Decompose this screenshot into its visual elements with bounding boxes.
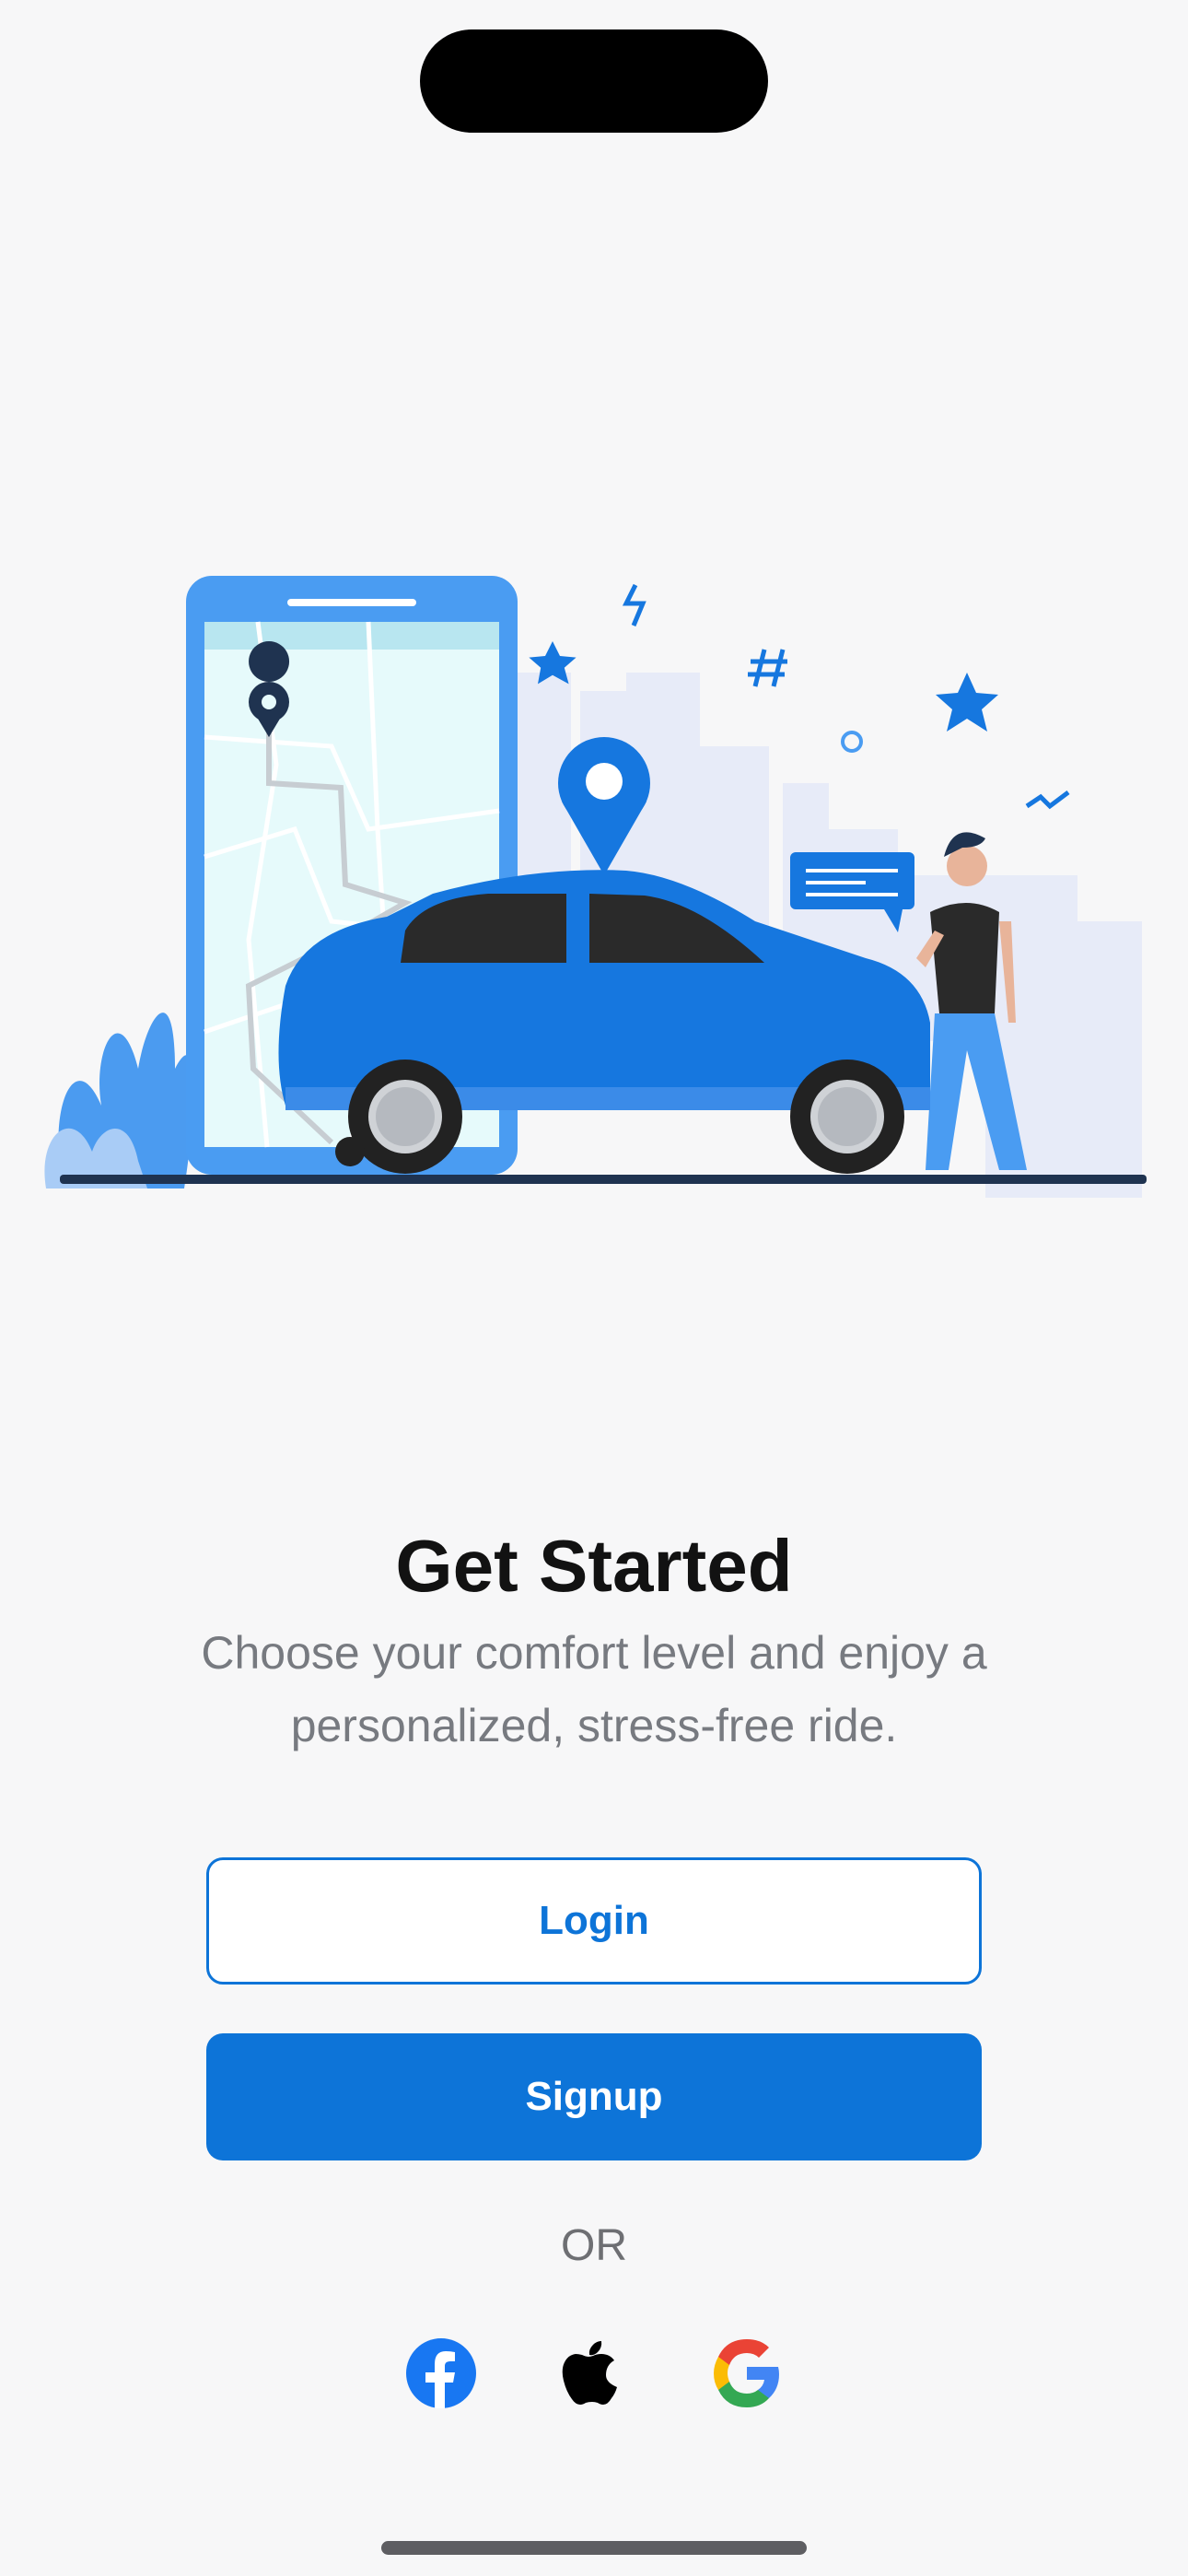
- home-indicator[interactable]: [381, 2541, 807, 2555]
- page-subtitle: Choose your comfort level and enjoy a pe…: [201, 1627, 987, 1751]
- dynamic-island: [420, 29, 768, 133]
- page-title: Get Started: [395, 1525, 793, 1607]
- apple-icon: [557, 2336, 631, 2410]
- or-divider-label: OR: [561, 2221, 627, 2270]
- facebook-icon: [404, 2336, 478, 2410]
- login-button[interactable]: Login: [206, 1857, 982, 1985]
- google-icon: [710, 2336, 784, 2410]
- google-login-button[interactable]: [710, 2336, 784, 2410]
- apple-login-button[interactable]: [557, 2336, 631, 2410]
- facebook-login-button[interactable]: [404, 2336, 478, 2410]
- ride-hailing-illustration: [37, 553, 1151, 1198]
- signup-button[interactable]: Signup: [206, 2033, 982, 2160]
